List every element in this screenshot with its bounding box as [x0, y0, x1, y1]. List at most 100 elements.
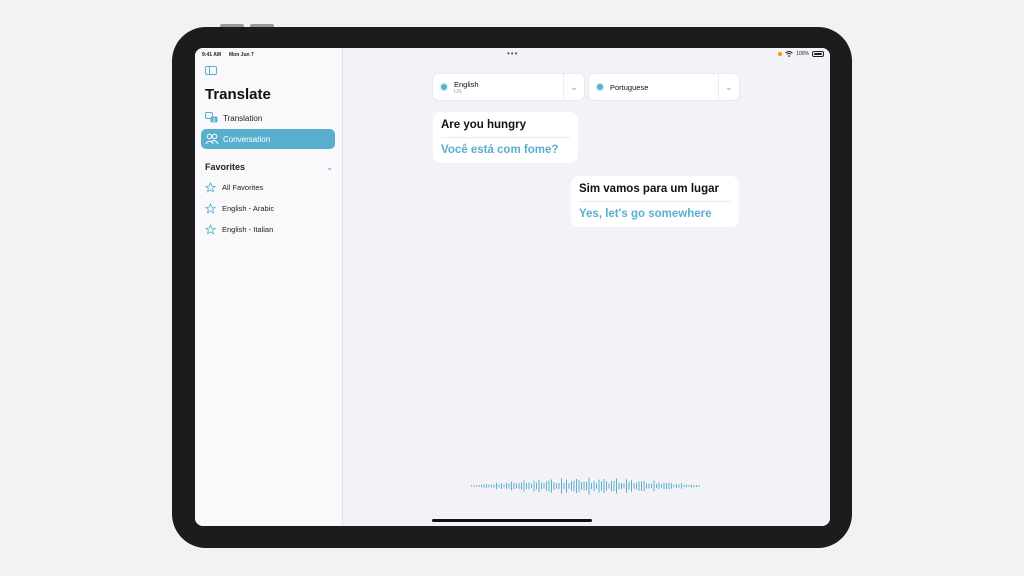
- waveform-bar: [638, 481, 640, 491]
- microphone-indicator-icon: [597, 84, 603, 90]
- favorite-item[interactable]: All Favorites: [204, 181, 263, 193]
- waveform-bar: [491, 484, 492, 488]
- waveform-bar: [671, 483, 672, 489]
- waveform-bar: [681, 483, 682, 489]
- waveform-bar: [686, 484, 687, 488]
- waveform-bar: [568, 483, 570, 489]
- waveform-bar: [553, 482, 555, 490]
- waveform-bar: [478, 485, 480, 487]
- waveform-bar: [506, 483, 507, 489]
- screen: Translate 文 Translation Conversation Fav…: [195, 48, 830, 526]
- chevron-down-icon[interactable]: ⌄: [718, 74, 739, 100]
- waveform-bar: [603, 478, 605, 494]
- favorite-item[interactable]: English - Italian: [204, 223, 273, 235]
- waveform-bar: [581, 482, 582, 490]
- sidebar-item-label: Conversation: [223, 134, 271, 144]
- waveform-bar: [546, 481, 547, 491]
- waveform-bar: [698, 485, 700, 487]
- waveform-bar: [533, 480, 535, 492]
- waveform-bar: [621, 482, 622, 490]
- waveform-bar: [693, 484, 695, 488]
- target-language-name: Portuguese: [610, 82, 649, 92]
- favorite-item[interactable]: English - Arabic: [204, 202, 274, 214]
- message-bubble[interactable]: Sim vamos para um lugar Yes, let's go so…: [571, 176, 739, 227]
- waveform-bar: [598, 479, 600, 493]
- audio-waveform: [471, 477, 700, 495]
- conversation-area: English US ⌄ Portuguese ⌄ Are you hungry…: [343, 48, 830, 526]
- page-title: Translate: [205, 86, 271, 103]
- chevron-down-icon[interactable]: ⌄: [563, 74, 584, 100]
- source-language-name: English: [454, 79, 479, 89]
- waveform-bar: [651, 483, 652, 489]
- waveform-bar: [643, 480, 645, 492]
- waveform-bar: [648, 483, 650, 489]
- waveform-bar: [691, 484, 692, 488]
- waveform-bar: [518, 483, 520, 489]
- translated-text: Você está com fome?: [441, 144, 559, 156]
- waveform-bar: [493, 484, 495, 488]
- waveform-bar: [663, 482, 665, 490]
- waveform-bar: [633, 483, 635, 489]
- waveform-bar: [673, 484, 675, 488]
- waveform-bar: [531, 483, 532, 489]
- translated-text: Yes, let's go somewhere: [579, 208, 712, 220]
- waveform-bar: [573, 480, 575, 492]
- favorites-header[interactable]: Favorites ⌄: [205, 162, 333, 172]
- target-language-selector[interactable]: Portuguese ⌄: [589, 74, 739, 100]
- waveform-bar: [476, 485, 477, 487]
- waveform-bar: [656, 483, 657, 489]
- waveform-bar: [631, 480, 632, 492]
- waveform-bar: [608, 483, 610, 489]
- waveform-bar: [578, 479, 580, 493]
- multitasking-dots-icon[interactable]: •••: [507, 49, 518, 58]
- waveform-bar: [523, 480, 525, 492]
- waveform-bar: [556, 483, 557, 489]
- star-icon: [204, 223, 216, 235]
- conversation-icon: [204, 132, 220, 146]
- waveform-bar: [653, 480, 655, 492]
- waveform-bar: [471, 485, 472, 487]
- waveform-bar: [483, 484, 485, 488]
- source-language-selector[interactable]: English US ⌄: [433, 74, 584, 100]
- waveform-bar: [566, 479, 567, 493]
- waveform-bar: [658, 482, 660, 490]
- home-indicator[interactable]: [432, 519, 592, 522]
- waveform-bar: [521, 482, 522, 490]
- waveform-bar: [696, 484, 697, 488]
- waveform-bar: [588, 477, 590, 495]
- waveform-bar: [623, 483, 625, 489]
- waveform-bar: [536, 482, 537, 490]
- waveform-bar: [688, 484, 690, 488]
- waveform-bar: [666, 482, 667, 490]
- status-bar: 9:41 AM Mon Jun 7 ••• 100%: [195, 48, 830, 62]
- waveform-bar: [508, 483, 510, 489]
- sidebar: Translate 文 Translation Conversation Fav…: [195, 48, 343, 526]
- source-text: Are you hungry: [441, 119, 570, 138]
- waveform-bar: [558, 482, 560, 490]
- waveform-bar: [668, 482, 670, 490]
- svg-text:文: 文: [212, 117, 216, 123]
- waveform-bar: [576, 478, 577, 494]
- sidebar-toggle-icon[interactable]: [205, 66, 217, 75]
- waveform-bar: [481, 484, 482, 488]
- waveform-bar: [541, 482, 542, 490]
- waveform-bar: [606, 481, 607, 491]
- battery-percent: 100%: [796, 51, 809, 57]
- waveform-bar: [683, 484, 685, 488]
- battery-icon: [812, 51, 824, 57]
- source-language-region: US: [454, 88, 462, 95]
- waveform-bar: [551, 479, 552, 493]
- waveform-bar: [596, 483, 597, 489]
- sidebar-item-conversation[interactable]: Conversation: [201, 129, 335, 149]
- waveform-bar: [583, 481, 585, 491]
- sidebar-item-translation[interactable]: 文 Translation: [201, 108, 335, 128]
- waveform-bar: [628, 482, 630, 490]
- chevron-down-icon[interactable]: ⌄: [326, 163, 333, 172]
- message-bubble[interactable]: Are you hungry Você está com fome?: [433, 112, 578, 163]
- star-icon: [204, 181, 216, 193]
- waveform-bar: [613, 481, 615, 491]
- translation-icon: 文: [204, 111, 220, 125]
- waveform-bar: [586, 481, 587, 491]
- star-icon: [204, 202, 216, 214]
- waveform-bar: [486, 484, 487, 488]
